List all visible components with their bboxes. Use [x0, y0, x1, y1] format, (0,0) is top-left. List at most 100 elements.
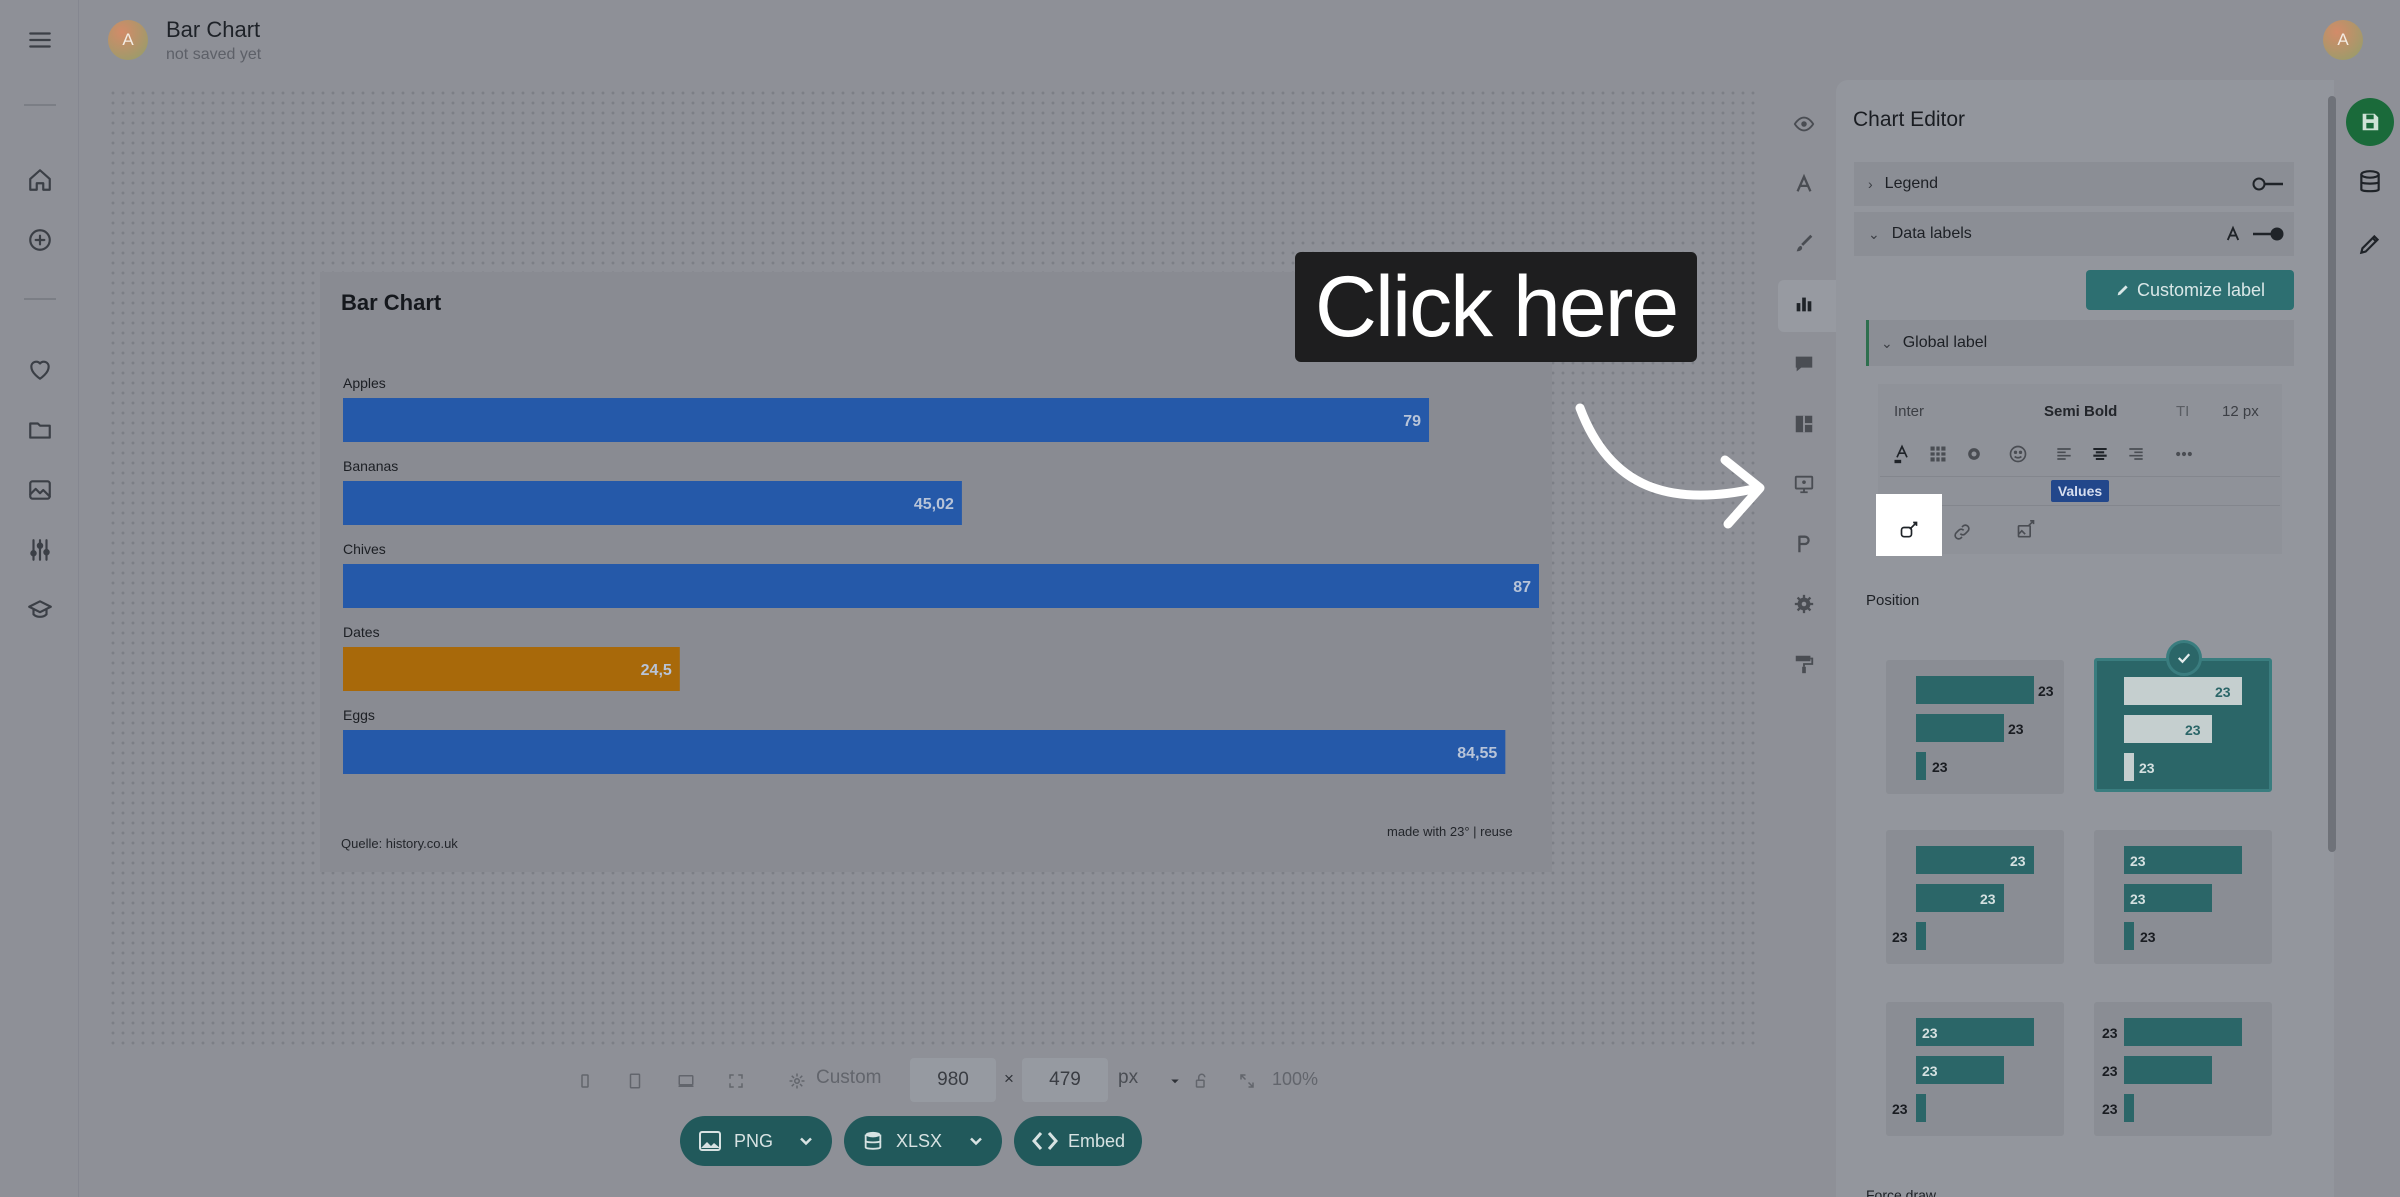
font-size-input[interactable]: 12 px	[2222, 403, 2259, 420]
position-sample: 23	[2038, 683, 2054, 699]
document-avatar: A	[108, 20, 148, 60]
lock-ratio-icon[interactable]	[1190, 1070, 1212, 1092]
layout-tool-icon[interactable]	[1790, 410, 1818, 438]
bar[interactable]	[343, 730, 1506, 774]
custom-size-icon[interactable]	[786, 1070, 808, 1092]
position-option-outside-end[interactable]: 23 23 23	[1886, 660, 2064, 794]
text-color-icon[interactable]	[1890, 442, 1914, 466]
emoji-icon[interactable]	[2006, 442, 2030, 466]
chart-credit: made with 23° | reuse	[1387, 824, 1513, 839]
chart-tool-icon[interactable]	[1790, 290, 1818, 318]
phone-view-icon[interactable]	[574, 1070, 596, 1092]
text-tool-icon[interactable]	[1790, 170, 1818, 198]
data-labels-toggle[interactable]	[2252, 226, 2284, 242]
position-option-inside-start[interactable]: 23 23 23	[1886, 830, 2064, 964]
zoom-level[interactable]: 100%	[1272, 1069, 1318, 1090]
preview-eye-icon[interactable]	[1790, 110, 1818, 138]
data-label: 84,55	[1457, 745, 1497, 762]
bar[interactable]	[343, 564, 1539, 608]
font-weight-select[interactable]: Semi Bold	[2044, 403, 2117, 420]
document-title[interactable]: Bar Chart	[166, 17, 260, 43]
insert-variable-icon[interactable]	[1897, 518, 1921, 542]
position-option-outside-start[interactable]: 23 23 23	[2094, 1002, 2272, 1136]
brush-tool-icon[interactable]	[1790, 230, 1818, 258]
custom-size-label[interactable]: Custom	[816, 1067, 881, 1089]
fullscreen-icon[interactable]	[725, 1070, 747, 1092]
values-tag[interactable]: Values	[2051, 480, 2109, 502]
nav-divider	[24, 104, 56, 106]
save-button[interactable]	[2346, 98, 2394, 146]
folder-icon[interactable]	[24, 414, 56, 446]
chevron-down-icon[interactable]	[796, 1131, 816, 1151]
data-label: 24,5	[641, 662, 672, 679]
paint-roller-icon[interactable]	[1790, 650, 1818, 678]
desktop-view-icon[interactable]	[675, 1070, 697, 1092]
database-icon	[864, 1131, 882, 1150]
link-icon[interactable]	[1950, 520, 1974, 544]
background-pattern-icon[interactable]	[1926, 442, 1950, 466]
fit-icon[interactable]	[1236, 1070, 1258, 1092]
click-here-callout: Click here	[1295, 252, 1697, 362]
position-sample: 23	[1932, 759, 1948, 775]
legend-label: Legend	[1884, 175, 1939, 192]
chevron-down-icon: ⌄	[1868, 225, 1880, 242]
chevron-down-icon[interactable]	[966, 1131, 986, 1151]
outline-icon[interactable]	[1962, 442, 1986, 466]
position-option-inside-start-alt[interactable]: 23 23 23	[1886, 1002, 2064, 1136]
bar[interactable]	[343, 647, 680, 691]
embed-button[interactable]: Embed	[1014, 1116, 1142, 1166]
position-option-base[interactable]: 23 23 23	[2094, 830, 2272, 964]
position-option-inside-end[interactable]: 23 23 23	[2094, 658, 2272, 792]
editor-scrollbar[interactable]	[2328, 96, 2336, 852]
sliders-icon[interactable]	[24, 534, 56, 566]
customize-label-button[interactable]: Customize label	[2086, 270, 2294, 310]
graduation-icon[interactable]	[24, 594, 56, 626]
bar[interactable]	[343, 481, 962, 525]
global-label-text: Global label	[1902, 334, 1988, 351]
settings-gear-icon[interactable]	[1790, 590, 1818, 618]
unit-select[interactable]: px	[1118, 1067, 1138, 1089]
align-center-icon[interactable]	[2088, 442, 2112, 466]
times-sign: ×	[1004, 1069, 1014, 1088]
branding-tool-icon[interactable]	[1790, 530, 1818, 558]
data-label: 79	[1403, 413, 1421, 430]
global-label-section[interactable]: ⌄ Global label	[1866, 320, 2294, 366]
text-style-icon[interactable]	[2224, 225, 2242, 243]
add-icon[interactable]	[24, 224, 56, 256]
heart-icon[interactable]	[24, 354, 56, 386]
position-sample: 23	[1980, 891, 1996, 907]
export-png-button[interactable]: PNG	[680, 1116, 832, 1166]
user-initial: A	[2337, 30, 2349, 49]
data-label: 87	[1513, 579, 1531, 596]
legend-toggle[interactable]	[2252, 176, 2284, 192]
export-xlsx-button[interactable]: XLSX	[844, 1116, 1002, 1166]
bar-chart[interactable]: Apples 79 Bananas 45,02 Chives 87 Dates 24,5 Egg…	[320, 360, 1552, 800]
user-avatar[interactable]: A	[2323, 20, 2363, 60]
bar[interactable]	[343, 398, 1430, 442]
legend-section[interactable]: › Legend	[1854, 162, 2294, 206]
tablet-view-icon[interactable]	[624, 1070, 646, 1092]
align-left-icon[interactable]	[2052, 442, 2076, 466]
data-labels-label: Data labels	[1891, 225, 1972, 242]
more-icon[interactable]	[2172, 442, 2196, 466]
position-sample: 23	[2010, 853, 2026, 869]
image-icon[interactable]	[24, 474, 56, 506]
edit-pencil-icon[interactable]	[2354, 228, 2386, 260]
annotation-tool-icon[interactable]	[1790, 470, 1818, 498]
insert-image-icon[interactable]	[2014, 518, 2038, 542]
position-sample: 23	[2008, 721, 2024, 737]
unit-dropdown-icon[interactable]	[1164, 1070, 1186, 1092]
position-sample: 23	[2130, 853, 2146, 869]
width-input[interactable]: 980	[910, 1058, 996, 1102]
home-icon[interactable]	[24, 164, 56, 196]
height-input[interactable]: 479	[1022, 1058, 1108, 1102]
chevron-right-icon: ›	[1868, 176, 1873, 192]
save-status: not saved yet	[166, 46, 262, 63]
align-right-icon[interactable]	[2124, 442, 2148, 466]
menu-icon[interactable]	[24, 24, 56, 56]
font-family-select[interactable]: Inter	[1894, 403, 1924, 420]
data-database-icon[interactable]	[2354, 166, 2386, 198]
comment-tool-icon[interactable]	[1790, 350, 1818, 378]
data-labels-section[interactable]: ⌄ Data labels	[1854, 212, 2294, 256]
chart-title[interactable]: Bar Chart	[341, 290, 441, 316]
